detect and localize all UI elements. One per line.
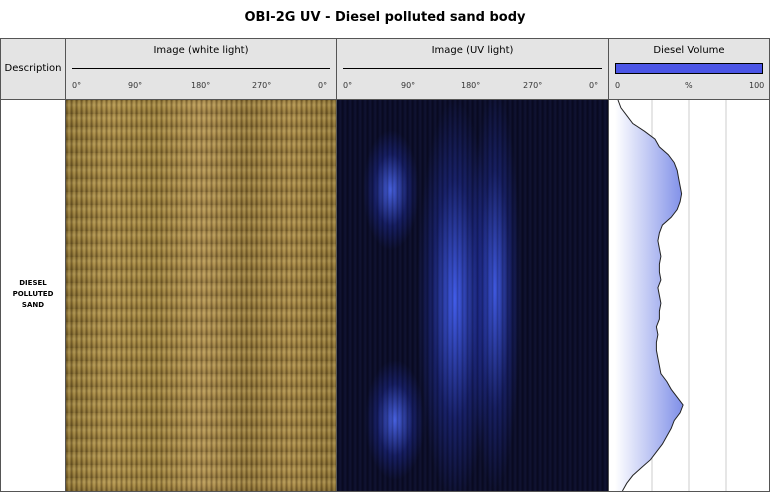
uv-light-image [337, 100, 608, 491]
uv-light-header: Image (UV light) 0° 90° 180° 270° 0° [337, 39, 609, 100]
diesel-volume-header-label: Diesel Volume [653, 45, 725, 56]
chart-title: OBI-2G UV - Diesel polluted sand body [244, 10, 526, 25]
log-table: Description Image (white light) 0° 90° 1… [0, 38, 770, 492]
white-light-header: Image (white light) 0° 90° 180° 270° 0° [66, 39, 337, 100]
uv-light-scale-line [343, 68, 602, 69]
diesel-volume-plot [615, 100, 727, 491]
uv-light-tick: 180° [461, 81, 481, 90]
description-line: POLLUTED [12, 290, 54, 298]
white-light-tick: 90° [128, 81, 143, 90]
uv-light-image-panel [337, 100, 609, 491]
uv-light-tick: 270° [523, 81, 543, 90]
description-line: SAND [21, 301, 45, 309]
uv-light-tick: 0° [343, 81, 353, 90]
diesel-volume-area [615, 100, 684, 491]
uv-light-tick: 0° [589, 81, 599, 90]
uv-light-header-label: Image (UV light) [431, 45, 514, 56]
white-light-tick: 270° [252, 81, 272, 90]
diesel-volume-panel [609, 100, 769, 491]
description-panel: DIESEL POLLUTED SAND [1, 100, 66, 491]
white-light-scale-line [72, 68, 330, 69]
description-header-label: Description [4, 63, 62, 74]
diesel-volume-header: Diesel Volume 0 % 100 [609, 39, 769, 100]
white-light-tick: 180° [191, 81, 211, 90]
diesel-volume-scale-unit: % [685, 81, 693, 90]
diesel-volume-scale-max: 100 [749, 81, 765, 90]
uv-light-tick: 90° [401, 81, 416, 90]
white-light-image-panel [66, 100, 337, 491]
description-line: DIESEL [19, 279, 47, 287]
description-header: Description [1, 39, 66, 100]
white-light-image [66, 100, 336, 491]
diesel-volume-scale-min: 0 [615, 81, 621, 90]
description-text: DIESEL POLLUTED SAND [1, 278, 65, 311]
white-light-tick: 0° [318, 81, 328, 90]
white-light-header-label: Image (white light) [153, 45, 249, 56]
diesel-volume-legend-swatch [615, 63, 763, 74]
white-light-tick: 0° [72, 81, 82, 90]
